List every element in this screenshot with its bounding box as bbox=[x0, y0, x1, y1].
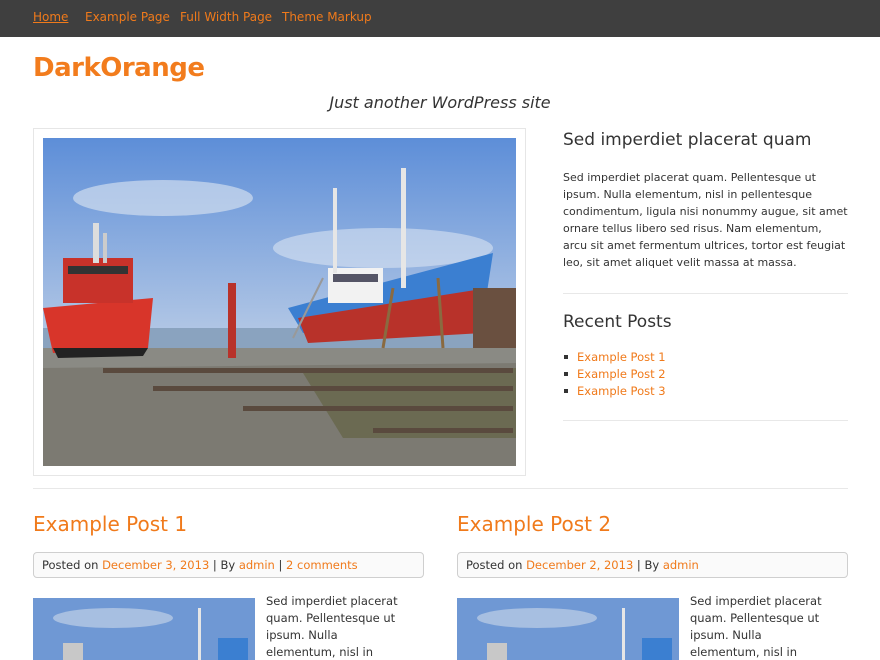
site-title[interactable]: DarkOrange bbox=[33, 53, 205, 83]
top-navigation: Home Example Page Full Width Page Theme … bbox=[0, 0, 880, 37]
post-comments-link[interactable]: 2 comments bbox=[286, 558, 358, 572]
site-tagline: Just another WordPress site bbox=[329, 93, 551, 112]
recent-post-link[interactable]: Example Post 3 bbox=[563, 383, 666, 400]
post-meta: Posted on December 3, 2013 | By admin | … bbox=[33, 552, 424, 578]
content-divider bbox=[33, 488, 848, 489]
nav-item-full-width-page[interactable]: Full Width Page bbox=[180, 10, 272, 24]
boat-thumbnail-image bbox=[457, 598, 679, 660]
post-date-link[interactable]: December 2, 2013 bbox=[526, 558, 633, 572]
recent-posts-title: Recent Posts bbox=[563, 312, 672, 332]
recent-post-link[interactable]: Example Post 1 bbox=[563, 349, 666, 366]
post-title[interactable]: Example Post 1 bbox=[33, 512, 187, 536]
post-author-link[interactable]: admin bbox=[663, 558, 699, 572]
post-meta: Posted on December 2, 2013 | By admin bbox=[457, 552, 848, 578]
post-excerpt: Sed imperdiet placerat quam. Pellentesqu… bbox=[266, 594, 398, 659]
widget-divider bbox=[563, 420, 848, 421]
post-thumbnail[interactable] bbox=[457, 598, 679, 660]
post-date-link[interactable]: December 3, 2013 bbox=[102, 558, 209, 572]
featured-image[interactable] bbox=[43, 138, 516, 466]
nav-item-theme-markup[interactable]: Theme Markup bbox=[282, 10, 372, 24]
boat-thumbnail-image bbox=[33, 598, 255, 660]
nav-item-home[interactable]: Home bbox=[33, 10, 68, 24]
post-excerpt: Sed imperdiet placerat quam. Pellentesqu… bbox=[690, 594, 822, 659]
text-widget-body: Sed imperdiet placerat quam. Pellentesqu… bbox=[563, 171, 848, 269]
text-widget-title: Sed imperdiet placerat quam bbox=[563, 130, 812, 150]
post-author-link[interactable]: admin bbox=[239, 558, 275, 572]
widget-divider bbox=[563, 293, 848, 294]
boats-in-dry-dock-image bbox=[43, 138, 516, 466]
nav-item-example-page[interactable]: Example Page bbox=[85, 10, 170, 24]
post-title[interactable]: Example Post 2 bbox=[457, 512, 611, 536]
post-thumbnail[interactable] bbox=[33, 598, 255, 660]
recent-post-link[interactable]: Example Post 2 bbox=[563, 366, 666, 383]
recent-posts-list: Example Post 1 Example Post 2 Example Po… bbox=[563, 349, 666, 400]
